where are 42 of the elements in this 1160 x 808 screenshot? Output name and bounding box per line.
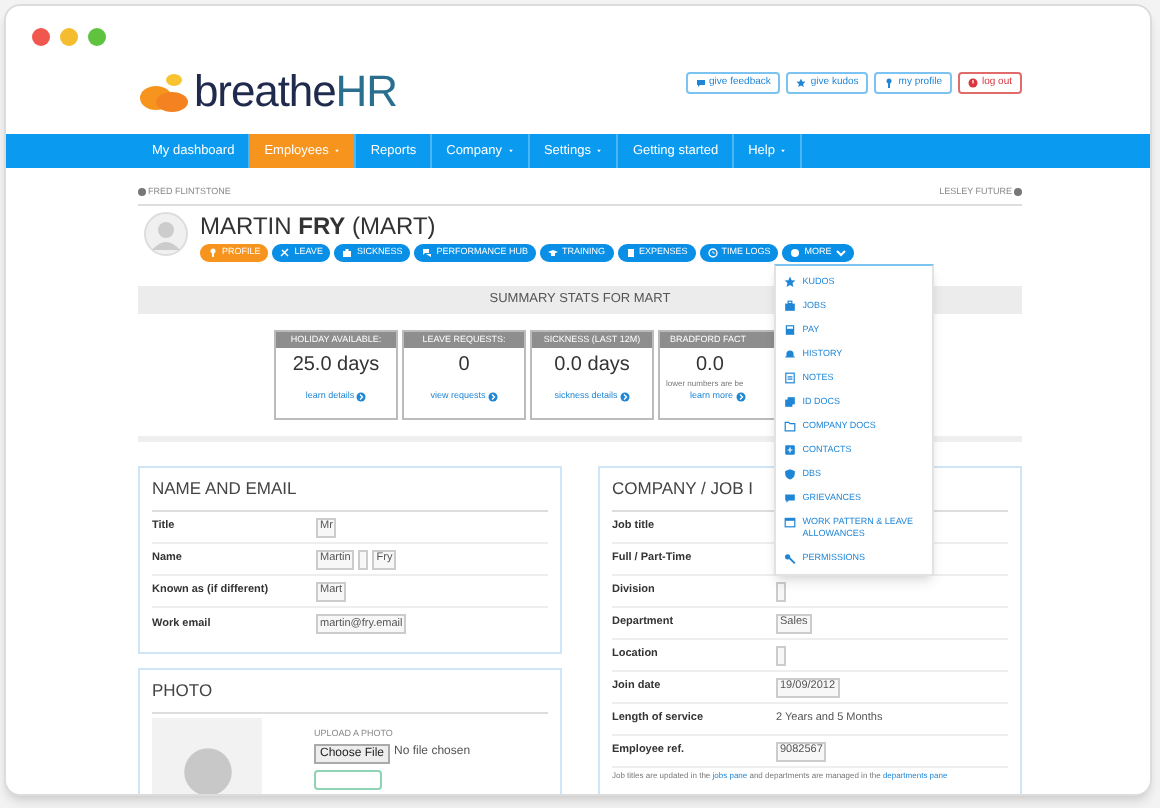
- arrow-circle-icon: [487, 391, 498, 402]
- blank-input-field[interactable]: [776, 645, 786, 665]
- camera-icon: [342, 248, 353, 258]
- blank-input-field[interactable]: [358, 549, 369, 569]
- cloud-logo-icon: [138, 70, 190, 114]
- arrow-circle-icon: [735, 391, 746, 402]
- panel-title: NAME AND EMAIL: [152, 468, 548, 512]
- clock-icon: [707, 248, 718, 258]
- stat-value: 0: [458, 354, 470, 378]
- bell-icon: [784, 348, 797, 360]
- plus-square-icon: [784, 444, 797, 456]
- star-icon: [784, 276, 797, 288]
- cap-icon: [547, 248, 558, 258]
- next-icon[interactable]: [1014, 188, 1022, 196]
- logo-text: breatheHR: [194, 70, 397, 114]
- document-icon: [625, 248, 635, 258]
- upload-button[interactable]: [314, 769, 382, 790]
- chat-icon: [695, 78, 706, 88]
- folder-icon: [784, 420, 797, 432]
- stat-value: 0.0 days: [554, 354, 630, 378]
- arrow-circle-icon: [619, 391, 630, 402]
- employee-name: MARTIN FRY (MART): [200, 212, 438, 240]
- calendar-icon: [784, 516, 797, 528]
- chat-icon: [422, 248, 433, 258]
- calculator-icon: [784, 324, 797, 336]
- briefcase-icon: [784, 300, 797, 312]
- previous-icon[interactable]: [138, 188, 146, 196]
- note-icon: [784, 372, 797, 384]
- stat-value: 0.0: [696, 354, 724, 378]
- speech-icon: [784, 492, 797, 504]
- panel-title: PHOTO: [152, 670, 548, 714]
- cross-icon: [280, 248, 291, 258]
- blank-input-field[interactable]: [776, 581, 786, 601]
- pin-icon: [884, 78, 895, 88]
- stat-value: 25.0 days: [292, 354, 380, 378]
- arrow-circle-icon: [356, 391, 367, 402]
- cards-icon: [784, 396, 797, 408]
- key-icon: [784, 552, 797, 564]
- shield-icon: [784, 468, 797, 480]
- avatar-icon: [144, 212, 188, 256]
- star-icon: [796, 78, 807, 88]
- chevron-down-icon: [835, 248, 846, 258]
